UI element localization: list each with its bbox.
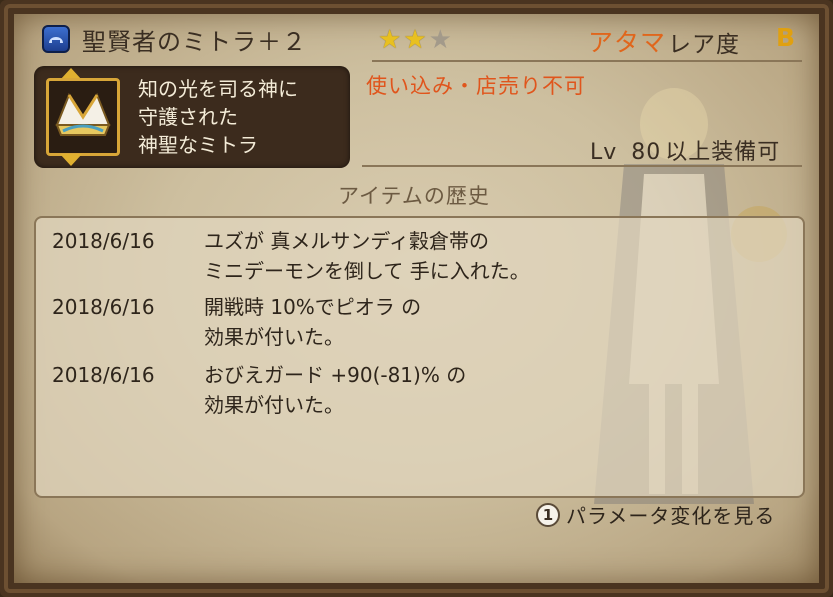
restriction-text: 使い込み・店売り不可 bbox=[366, 74, 586, 98]
level-value: 80 bbox=[631, 140, 662, 165]
header-divider bbox=[372, 60, 802, 62]
history-date: 2018/6/16 bbox=[52, 295, 155, 319]
history-line: 効果が付いた。 bbox=[204, 325, 344, 349]
description-line: 守護された bbox=[138, 105, 238, 129]
level-divider bbox=[362, 165, 802, 167]
history-title: アイテムの歴史 bbox=[338, 184, 490, 208]
history-date: 2018/6/16 bbox=[52, 363, 155, 387]
view-parameter-change-button[interactable]: 1 パラメータ変化を見る bbox=[536, 500, 775, 529]
history-text: おびえガード +90(-81)% の 効果が付いた。 bbox=[204, 360, 764, 420]
button-1-icon: 1 bbox=[536, 502, 560, 527]
history-text: 開戦時 10%でピオラ の 効果が付いた。 bbox=[204, 292, 764, 352]
description-line: 神聖なミトラ bbox=[138, 133, 258, 157]
history-text: ユズが 真メルサンディ穀倉帯の ミニデーモンを倒して 手に入れた。 bbox=[204, 226, 764, 286]
level-prefix: Lv bbox=[590, 140, 618, 165]
history-line: 開戦時 10%でピオラ の bbox=[204, 295, 422, 319]
history-date: 2018/6/16 bbox=[52, 229, 155, 253]
history-line: おびえガード +90(-81)% の bbox=[204, 363, 467, 387]
footer-label: パラメータ変化を見る bbox=[566, 504, 776, 528]
level-suffix: 以上装備可 bbox=[665, 140, 781, 165]
item-description: 知の光を司る神に 守護された 神聖なミトラ bbox=[138, 75, 298, 159]
item-name: 聖賢者のミトラ＋２ bbox=[82, 27, 307, 56]
star-empty-icon: ★ bbox=[428, 25, 452, 55]
item-description-panel: 知の光を司る神に 守護された 神聖なミトラ bbox=[34, 66, 350, 168]
star-filled-icon: ★ bbox=[378, 25, 402, 55]
star-filled-icon: ★ bbox=[403, 25, 427, 55]
helmet-category-icon bbox=[42, 25, 70, 53]
description-line: 知の光を司る神に bbox=[138, 77, 298, 101]
level-requirement: Lv 80 以上装備可 bbox=[590, 134, 780, 166]
arrow-down-icon[interactable] bbox=[60, 154, 82, 166]
mitre-hat-icon bbox=[46, 78, 120, 156]
history-line: ミニデーモンを倒して 手に入れた。 bbox=[204, 259, 530, 283]
history-line: ユズが 真メルサンディ穀倉帯の bbox=[204, 229, 489, 253]
equip-slot: アタマ bbox=[588, 28, 667, 57]
star-rating: ★ ★ ★ bbox=[378, 26, 452, 54]
rarity-label: レア度 bbox=[668, 32, 740, 58]
rarity-value: B bbox=[776, 23, 796, 52]
item-title-row: 聖賢者のミトラ＋２ bbox=[42, 22, 307, 56]
history-panel: 2018/6/16 ユズが 真メルサンディ穀倉帯の ミニデーモンを倒して 手に入… bbox=[34, 216, 805, 498]
history-line: 効果が付いた。 bbox=[204, 393, 344, 417]
